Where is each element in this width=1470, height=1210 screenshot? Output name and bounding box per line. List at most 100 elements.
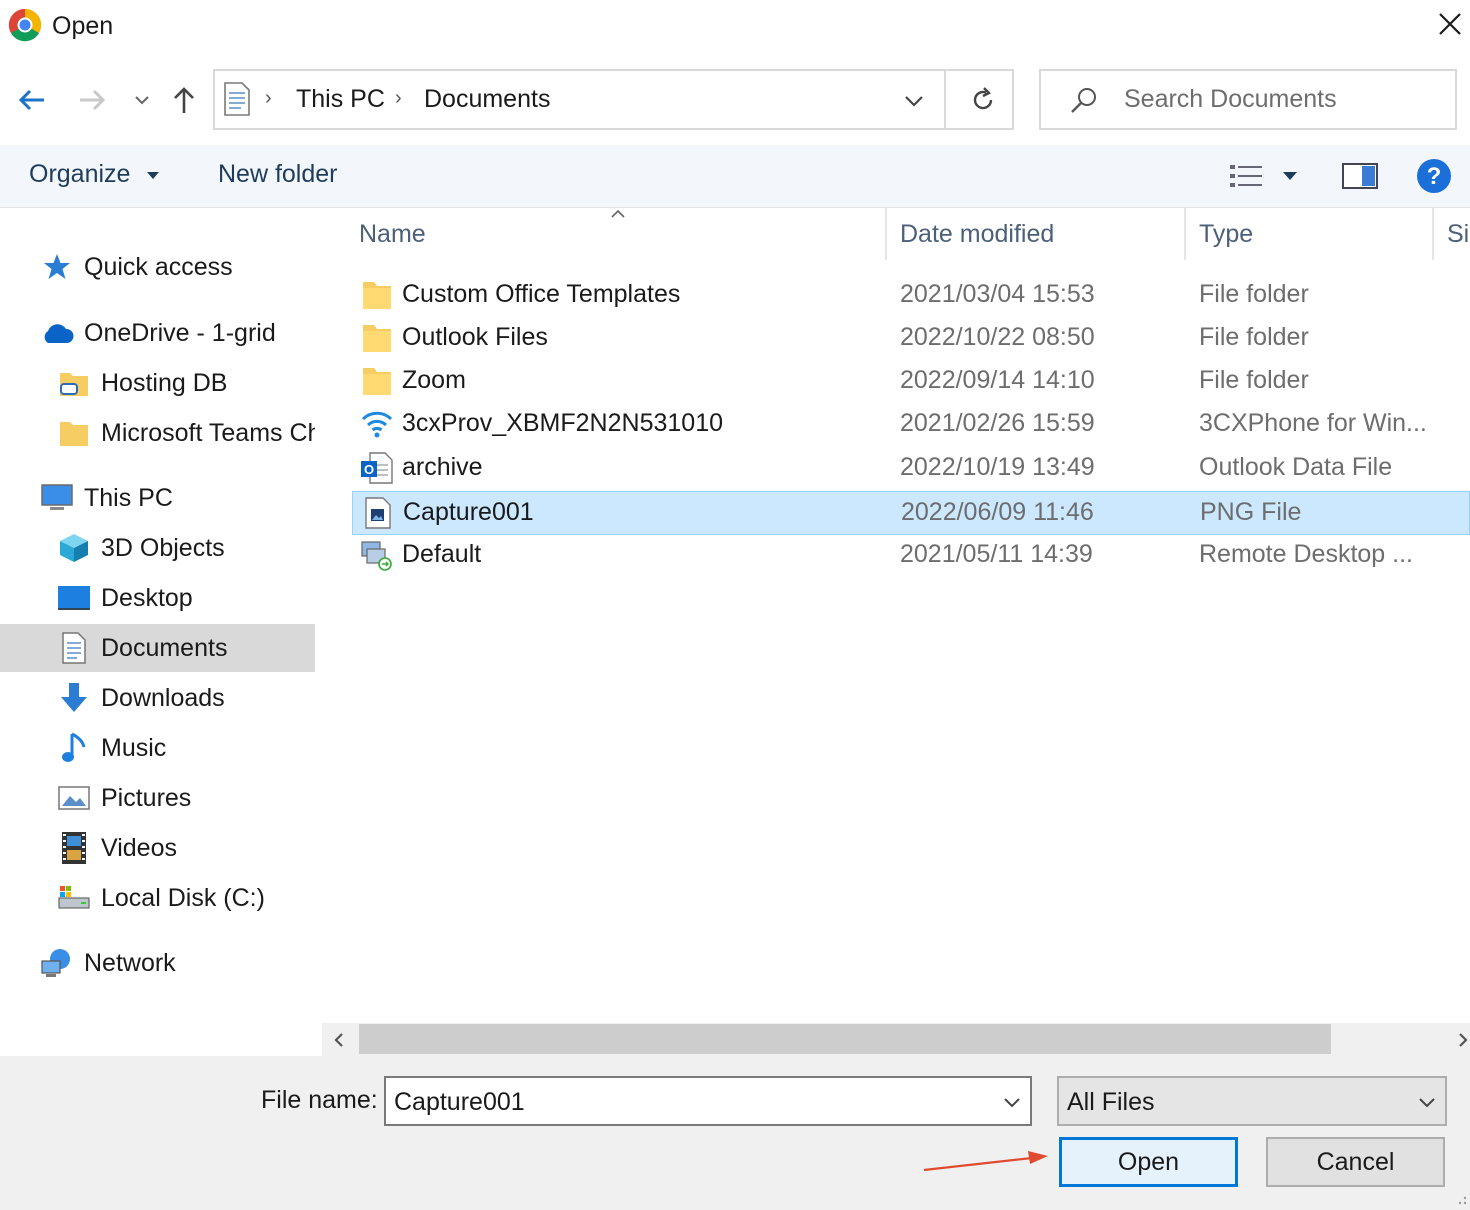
breadcrumb-this-pc[interactable]: This PC — [296, 85, 385, 114]
sidebar-item-downloads[interactable]: Downloads — [57, 674, 315, 722]
sidebar-item-desktop[interactable]: Desktop — [57, 574, 315, 622]
forward-arrow-icon — [80, 89, 106, 111]
file-name: Capture001 — [403, 498, 534, 526]
sidebar-item-onedrive[interactable]: OneDrive - 1-grid — [40, 309, 310, 357]
file-row-selected[interactable]: Capture001 2022/06/09 11:46 PNG File — [352, 491, 1470, 535]
chevron-down-icon[interactable] — [1002, 1096, 1022, 1110]
scrollbar-thumb[interactable] — [359, 1024, 1331, 1054]
image-file-icon — [365, 497, 391, 529]
view-options-caret-icon[interactable] — [1281, 170, 1299, 182]
file-row[interactable]: 3cxProv_XBMF2N2N531010 2021/02/26 15:59 … — [352, 403, 1470, 447]
recent-locations-button[interactable] — [124, 80, 160, 120]
sidebar-item-documents[interactable]: Documents — [0, 624, 315, 672]
sort-ascending-icon — [611, 209, 625, 218]
scroll-right-icon[interactable] — [1456, 1031, 1470, 1049]
music-note-icon — [57, 731, 91, 765]
cube-icon — [57, 531, 91, 565]
refresh-icon[interactable] — [969, 86, 997, 114]
sidebar-item-quick-access[interactable]: Quick access — [40, 243, 310, 291]
column-divider[interactable] — [885, 208, 887, 260]
sidebar-item-local-disk[interactable]: Local Disk (C:) — [57, 874, 315, 922]
file-row[interactable]: Outlook Files 2022/10/22 08:50 File fold… — [352, 317, 1470, 361]
horizontal-scrollbar[interactable] — [322, 1023, 1470, 1056]
file-date: 2021/02/26 15:59 — [900, 409, 1095, 437]
film-icon — [57, 831, 91, 865]
help-icon[interactable]: ? — [1416, 158, 1452, 194]
cancel-button[interactable]: Cancel — [1266, 1137, 1445, 1187]
open-button[interactable]: Open — [1059, 1137, 1238, 1187]
sidebar-item-network[interactable]: Network — [40, 939, 310, 987]
outlook-icon: O — [361, 452, 393, 484]
svg-text:O: O — [364, 462, 374, 477]
file-name-input[interactable]: Capture001 — [384, 1076, 1032, 1126]
sidebar-item-label: This PC — [84, 483, 173, 512]
file-row[interactable]: O archive 2022/10/19 13:49 Outlook Data … — [352, 447, 1470, 491]
sidebar-item-label: Quick access — [84, 252, 233, 281]
search-box[interactable]: Search Documents — [1039, 69, 1457, 130]
file-date: 2021/05/11 14:39 — [900, 540, 1093, 568]
file-name: Outlook Files — [402, 323, 548, 351]
documents-icon — [57, 631, 91, 665]
file-type-filter-value: All Files — [1067, 1088, 1155, 1116]
documents-icon — [224, 82, 250, 116]
file-date: 2022/06/09 11:46 — [901, 498, 1094, 526]
sidebar-item-label: Pictures — [101, 783, 192, 812]
file-row[interactable]: Zoom 2022/09/14 14:10 File folder — [352, 360, 1470, 404]
file-type: 3CXPhone for Win... — [1199, 409, 1427, 437]
chevron-down-icon — [135, 96, 149, 105]
preview-pane-icon[interactable] — [1342, 162, 1378, 190]
up-button[interactable] — [166, 80, 202, 120]
file-type-filter[interactable]: All Files — [1057, 1076, 1447, 1126]
forward-button[interactable] — [74, 80, 110, 120]
column-header-date-modified[interactable]: Date modified — [900, 220, 1054, 249]
svg-text:?: ? — [1427, 163, 1442, 190]
column-header-name[interactable]: Name — [359, 220, 426, 249]
file-row[interactable]: Custom Office Templates 2021/03/04 15:53… — [352, 274, 1470, 318]
sidebar-item-teams-chat-files[interactable]: Microsoft Teams Chat Files — [57, 409, 315, 457]
scroll-left-icon[interactable] — [332, 1031, 346, 1049]
column-header-type[interactable]: Type — [1199, 220, 1253, 249]
folder-icon — [363, 368, 391, 395]
file-type: File folder — [1199, 366, 1309, 394]
view-details-icon[interactable] — [1228, 161, 1264, 191]
cloud-icon — [40, 316, 74, 350]
search-placeholder: Search Documents — [1124, 85, 1337, 113]
file-name: Default — [402, 540, 482, 568]
sidebar-item-this-pc[interactable]: This PC — [40, 474, 310, 522]
breadcrumb-documents[interactable]: Documents — [424, 85, 550, 114]
sidebar-item-label: Videos — [101, 833, 177, 862]
address-dropdown-icon[interactable] — [903, 93, 925, 109]
column-divider[interactable] — [1432, 208, 1434, 260]
close-icon[interactable] — [1432, 6, 1468, 42]
search-icon — [1071, 88, 1096, 113]
column-header-size[interactable]: Size — [1447, 220, 1470, 249]
download-arrow-icon — [57, 681, 91, 715]
file-type: File folder — [1199, 323, 1309, 351]
sidebar-item-music[interactable]: Music — [57, 724, 315, 772]
sidebar-item-pictures[interactable]: Pictures — [57, 774, 315, 822]
back-button[interactable] — [14, 80, 50, 120]
sidebar-item-hosting-db[interactable]: Hosting DB — [57, 359, 315, 407]
star-icon — [40, 250, 74, 284]
file-name-value: Capture001 — [394, 1088, 525, 1116]
file-name: archive — [402, 453, 483, 481]
sidebar-item-3d-objects[interactable]: 3D Objects — [57, 524, 315, 572]
sidebar-item-label: Desktop — [101, 583, 193, 612]
file-row[interactable]: Default 2021/05/11 14:39 Remote Desktop … — [352, 534, 1470, 578]
organize-label: Organize — [29, 160, 131, 188]
column-divider[interactable] — [1184, 208, 1186, 260]
resize-grip-icon[interactable] — [1455, 1195, 1468, 1208]
address-bar[interactable]: › This PC › Documents — [213, 69, 1014, 130]
new-folder-button[interactable]: New folder — [218, 160, 338, 189]
title-bar: Open — [0, 0, 1470, 56]
chrome-icon — [8, 8, 42, 42]
file-type: File folder — [1199, 280, 1309, 308]
organize-button[interactable]: Organize — [29, 160, 161, 189]
folder-icon — [363, 282, 391, 309]
sidebar-item-label: Documents — [101, 633, 228, 662]
chevron-down-icon — [1419, 1098, 1435, 1108]
sidebar-item-label: Hosting DB — [101, 368, 228, 397]
folder-icon — [57, 416, 91, 450]
sidebar-item-videos[interactable]: Videos — [57, 824, 315, 872]
shared-folder-icon — [57, 366, 91, 400]
